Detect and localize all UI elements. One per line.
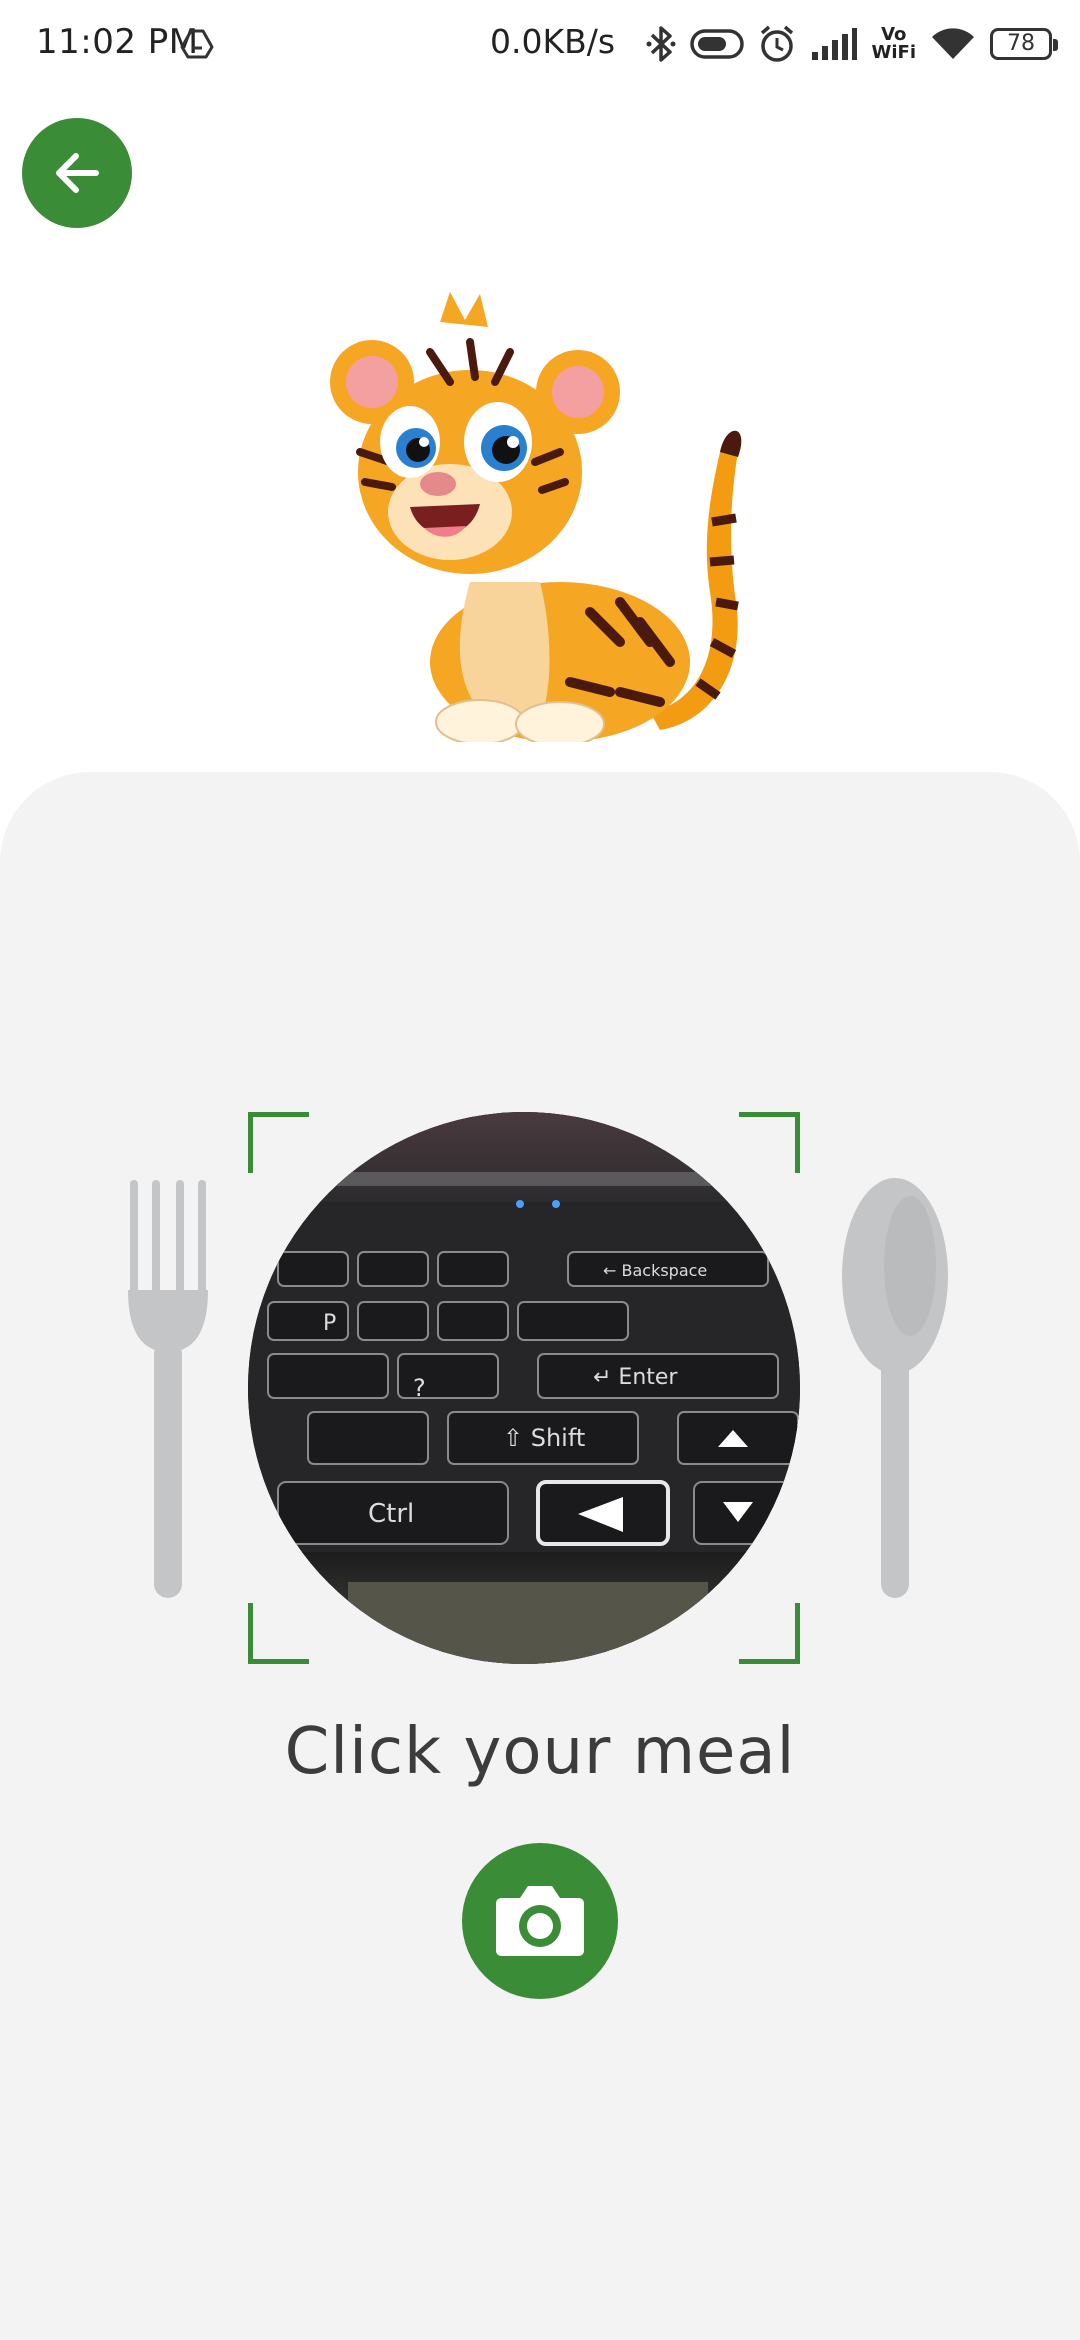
keyboard-preview-image: ← Backspace P ↵ Enter ? ⇧ Shift Ctrl (248, 1112, 800, 1664)
frame-corner-top-left (248, 1112, 309, 1173)
vowifi-indicator: Vo WiFi (872, 26, 917, 62)
battery-icon: 78 (990, 28, 1058, 60)
back-button[interactable] (22, 118, 132, 228)
drive-icon (180, 29, 214, 59)
wifi-icon (932, 28, 974, 59)
capture-photo-button[interactable] (462, 1843, 618, 1999)
status-bar: 11:02 PM 0.0KB/s Vo WiFi 78 (0, 0, 1080, 90)
camera-preview-frame: ← Backspace P ↵ Enter ? ⇧ Shift Ctrl (248, 1112, 800, 1664)
status-icons: Vo WiFi 78 (646, 22, 1058, 66)
key-shift: ⇧ Shift (503, 1424, 585, 1452)
key-backspace: ← Backspace (603, 1261, 707, 1280)
click-your-meal-label: Click your meal (284, 1715, 796, 1789)
spoon-icon (842, 1178, 948, 1598)
tiger-mascot-image (330, 292, 742, 742)
frame-corner-top-right (739, 1112, 800, 1173)
toggle-icon (689, 29, 744, 59)
key-p: P (323, 1311, 336, 1336)
status-time: 11:02 PM (36, 22, 199, 62)
key-enter: ↵ Enter (593, 1365, 678, 1390)
bluetooth-icon (646, 26, 675, 62)
frame-corner-bottom-left (248, 1603, 309, 1664)
camera-icon (496, 1886, 584, 1956)
alarm-icon (760, 25, 793, 62)
key-question: ? (413, 1374, 426, 1402)
network-speed: 0.0KB/s (490, 22, 616, 61)
vowifi-bottom: WiFi (871, 42, 917, 63)
frame-corner-bottom-right (739, 1603, 800, 1664)
key-ctrl: Ctrl (368, 1499, 414, 1529)
camera-preview[interactable]: ← Backspace P ↵ Enter ? ⇧ Shift Ctrl (248, 1112, 800, 1664)
battery-level: 78 (1007, 31, 1035, 56)
arrow-left-icon (56, 153, 99, 193)
signal-icon (811, 28, 857, 60)
fork-icon (128, 1180, 208, 1598)
